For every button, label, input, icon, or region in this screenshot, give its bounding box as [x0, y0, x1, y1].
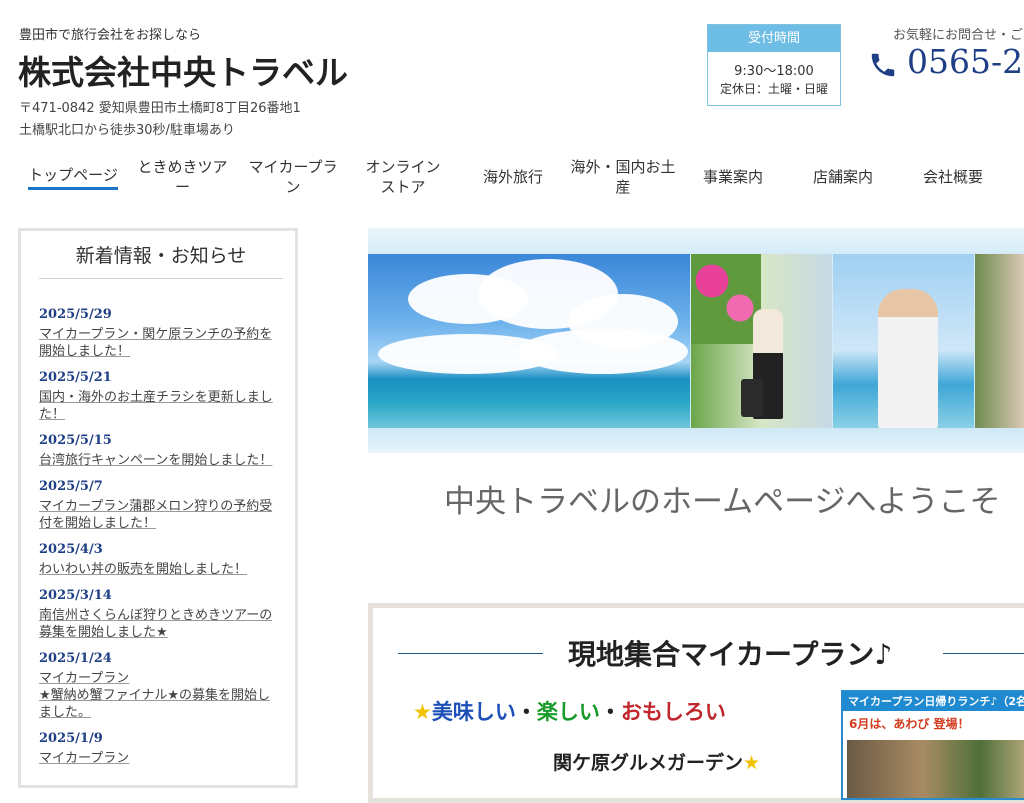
nav-item-label: マイカープラン [248, 158, 338, 196]
main-nav: トップページ ときめきツアー マイカープラン オンライン ストア 海外旅行 海外… [18, 152, 1024, 202]
plan-subtitle-text: 関ケ原グルメガーデン [553, 752, 744, 774]
news-date: 2025/5/7 [39, 479, 103, 494]
company-logo-title[interactable]: 株式会社中央トラベル [18, 46, 348, 94]
nav-item-souvenirs[interactable]: 海外・国内お土 産 [568, 152, 678, 202]
company-address: 〒471-0842 愛知県豊田市土橋町8丁目26番地1 [19, 101, 301, 116]
title-rule-right [943, 653, 1024, 654]
news-entry: 2025/5/15 台湾旅行キャンペーンを開始しました！ [39, 432, 283, 469]
business-hours-closed: 定休日：土曜・日曜 [719, 82, 828, 96]
phone-number[interactable]: 0565-28 [907, 42, 1024, 81]
news-date: 2025/5/15 [39, 433, 112, 448]
business-hours-time: 9:30～18:00 [734, 64, 814, 79]
hero-photo-family [833, 254, 974, 428]
news-panel: 新着情報・お知らせ 2025/5/29 マイカープラン・関ケ原ランチの予約を開始… [18, 228, 298, 788]
news-entry: 2025/5/7 マイカープラン蒲郡メロン狩りの予約受付を開始しました！ [39, 478, 283, 532]
nav-item-online-store[interactable]: オンライン ストア [358, 152, 448, 202]
nav-item-stores[interactable]: 店舗案内 [798, 152, 888, 202]
business-hours-heading: 受付時間 [708, 25, 840, 52]
news-entry: 2025/5/21 国内・海外のお土産チラシを更新しました！ [39, 369, 283, 423]
star-icon: ★ [743, 752, 761, 774]
news-list: 2025/5/29 マイカープラン・関ケ原ランチの予約を開始しました！ 2025… [39, 306, 283, 776]
plan-subtitle: 関ケ原グルメガーデン★ [553, 748, 760, 775]
nav-item-company[interactable]: 会社概要 [908, 152, 998, 202]
star-icon: ★ [413, 700, 432, 724]
tag-interesting: おもしろい [620, 700, 726, 724]
nav-item-label: 海外・国内お土 産 [570, 158, 676, 196]
news-date: 2025/5/29 [39, 307, 112, 322]
hero-photo-ocean [368, 254, 690, 428]
hero-banner [368, 228, 1024, 453]
flyer-food-photo [847, 740, 1024, 798]
news-date: 2025/3/14 [39, 588, 112, 603]
tag-delicious: 美味しい [431, 700, 516, 724]
tag-separator: ・ [515, 700, 537, 724]
news-entry: 2025/1/24 マイカープラン ★蟹納め蟹ファイナル★の募集を開始しました。 [39, 650, 283, 721]
nav-item-tokimeki-tour[interactable]: ときめきツアー [131, 152, 234, 202]
nav-item-label: 海外旅行 [482, 168, 543, 186]
nav-item-mycar-plan[interactable]: マイカープラン [242, 152, 344, 202]
hero-photo-traveler [691, 254, 832, 428]
contact-label: お気軽にお問合せ・ご [893, 28, 1024, 43]
news-date: 2025/4/3 [39, 542, 103, 557]
nav-item-label: オンライン ストア [365, 158, 441, 196]
news-link[interactable]: マイカープラン・関ケ原ランチの予約を開始しました！ [39, 326, 283, 360]
news-entry: 2025/4/3 わいわい丼の販売を開始しました！ [39, 541, 283, 578]
news-entry: 2025/3/14 南信州さくらんぼ狩りときめきツアーの募集を開始しました★ [39, 587, 283, 641]
news-link[interactable]: わいわい丼の販売を開始しました！ [39, 561, 283, 578]
hero-band-top [368, 228, 1024, 254]
tag-separator: ・ [599, 700, 621, 724]
news-title: 新着情報・お知らせ [39, 241, 283, 279]
company-access: 土橋駅北口から徒歩30秒/駐車場あり [19, 123, 235, 138]
plan-flyer-image[interactable]: マイカープラン日帰りランチ♪（2名様 6月は、あわび 登場！ [841, 690, 1024, 800]
hero-photo-woman [975, 254, 1024, 428]
business-hours-box: 受付時間 9:30～18:00 定休日：土曜・日曜 [707, 24, 841, 106]
news-link[interactable]: マイカープラン ★蟹納め蟹ファイナル★の募集を開始しました。 [39, 670, 283, 721]
news-entry: 2025/1/9 マイカープラン [39, 730, 283, 767]
nav-item-label: 会社概要 [922, 168, 983, 186]
nav-item-label: 店舗案内 [812, 168, 873, 186]
news-date: 2025/1/24 [39, 651, 112, 666]
nav-item-overseas-travel[interactable]: 海外旅行 [468, 152, 558, 202]
flyer-month: 6月は、あわび 登場！ [849, 717, 970, 731]
nav-item-label: トップページ [28, 165, 118, 190]
news-link[interactable]: 南信州さくらんぼ狩りときめきツアーの募集を開始しました★ [39, 607, 283, 641]
tag-fun: 楽しい [536, 700, 600, 724]
nav-item-top[interactable]: トップページ [28, 152, 118, 202]
mycar-plan-section: 現地集合マイカープラン♪ ★美味しい・楽しい・おもしろい 関ケ原グルメガーデン★… [368, 603, 1024, 803]
news-date: 2025/1/9 [39, 731, 103, 746]
nav-item-label: 事業案内 [702, 168, 763, 186]
news-link[interactable]: 台湾旅行キャンペーンを開始しました！ [39, 452, 283, 469]
site-tagline: 豊田市で旅行会社をお探しなら [19, 28, 202, 43]
flyer-header: マイカープラン日帰りランチ♪（2名様 [843, 692, 1024, 711]
news-link[interactable]: マイカープラン [39, 750, 283, 767]
news-link[interactable]: マイカープラン蒲郡メロン狩りの予約受付を開始しました！ [39, 498, 283, 532]
nav-item-business[interactable]: 事業案内 [688, 152, 778, 202]
hero-band-bottom [368, 428, 1024, 453]
title-rule-left [398, 653, 543, 654]
welcome-heading: 中央トラベルのホームページへようこそ [444, 484, 1001, 520]
news-link[interactable]: 国内・海外のお土産チラシを更新しました！ [39, 389, 283, 423]
plan-title: 現地集合マイカープラン♪ [568, 638, 893, 671]
phone-icon [871, 53, 895, 77]
nav-item-label: ときめきツアー [137, 158, 228, 196]
news-date: 2025/5/21 [39, 370, 112, 385]
plan-tagline: ★美味しい・楽しい・おもしろい [413, 696, 726, 726]
news-entry: 2025/5/29 マイカープラン・関ケ原ランチの予約を開始しました！ [39, 306, 283, 360]
